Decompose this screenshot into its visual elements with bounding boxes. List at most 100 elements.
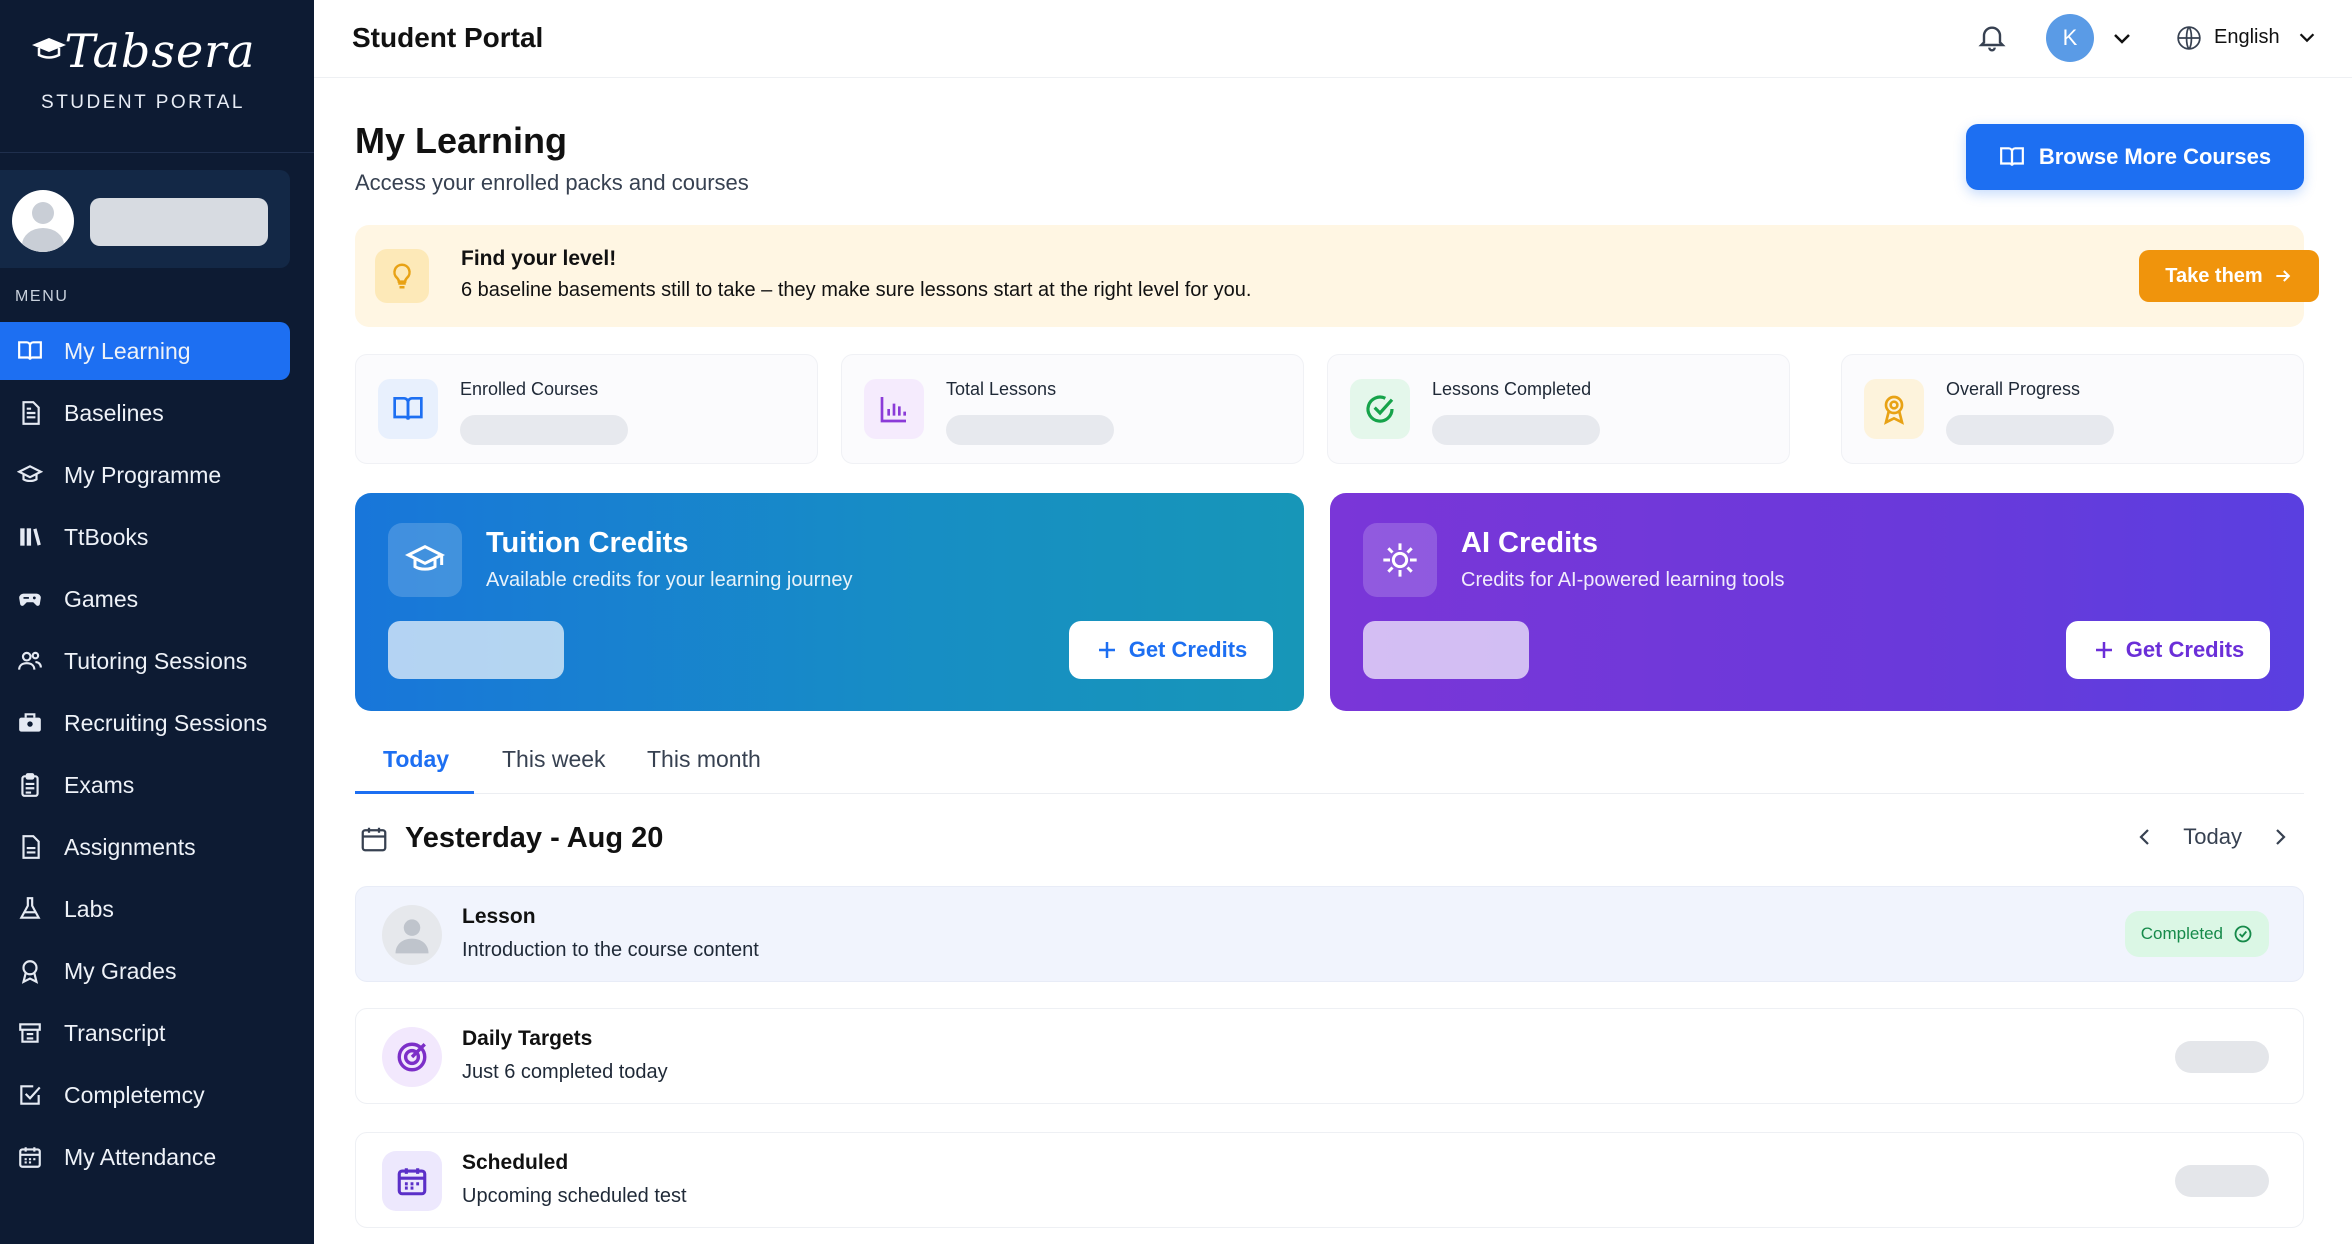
brand-subtitle: STUDENT PORTAL — [41, 92, 245, 113]
stat-label: Enrolled Courses — [460, 379, 599, 399]
check-circle-icon — [1350, 379, 1410, 439]
date-title: Yesterday - Aug 20 — [405, 822, 664, 854]
status-badge-label: Completed — [2140, 924, 2223, 943]
tab-today[interactable]: Today — [383, 746, 449, 773]
chevron-down-icon[interactable] — [2296, 26, 2318, 48]
page-header-title: Student Portal — [352, 22, 544, 53]
banner-text: 6 baseline basements still to take – the… — [461, 279, 1252, 301]
user-avatar[interactable]: K — [2046, 14, 2094, 62]
file-text-icon — [16, 833, 44, 861]
find-level-banner: Find your level! 6 baseline basements st… — [355, 225, 2319, 327]
sidebar-item-completemcy[interactable]: Completemcy — [0, 1066, 290, 1124]
bar-chart-icon — [864, 379, 924, 439]
stat-label: Overall Progress — [1946, 379, 2081, 399]
top-bar: Student Portal K English — [314, 0, 2352, 78]
lightbulb-icon — [375, 249, 429, 303]
ai-credits-subtitle: Credits for AI-powered learning tools — [1461, 569, 1785, 591]
chevron-down-icon[interactable] — [2110, 26, 2134, 50]
award-icon — [16, 957, 44, 985]
sidebar-item-label: Recruiting Sessions — [64, 709, 268, 736]
tuition-credits-card: Tuition Credits Available credits for yo… — [355, 493, 1304, 711]
sidebar-item-exams[interactable]: Exams — [0, 756, 290, 814]
chevron-right-icon[interactable] — [2268, 825, 2292, 849]
book-open-icon — [1999, 147, 2024, 166]
schedule-tabs: Today This week This month — [355, 736, 2304, 794]
status-badge: Completed — [2124, 911, 2269, 957]
graduation-cap-icon — [388, 523, 462, 597]
avatar — [12, 190, 74, 252]
sidebar-item-label: My Programme — [64, 461, 222, 488]
page-subtitle: Access your enrolled packs and courses — [355, 170, 749, 195]
sidebar: Tabsera STUDENT PORTAL MENU My Learning … — [0, 0, 314, 1244]
sidebar-item-my-learning[interactable]: My Learning — [0, 322, 290, 380]
date-header: Yesterday - Aug 20 Today — [355, 812, 2304, 868]
sidebar-item-label: Labs — [64, 895, 114, 922]
event-title: Lesson — [462, 905, 536, 928]
sidebar-item-label: My Grades — [64, 957, 177, 984]
sidebar-divider — [0, 152, 314, 153]
sidebar-item-tutoring-sessions[interactable]: Tutoring Sessions — [0, 632, 290, 690]
mortarboard-icon — [32, 38, 67, 59]
briefcase-icon — [16, 709, 44, 737]
calendar-icon — [361, 827, 387, 852]
ai-credits-card: AI Credits Credits for AI-powered learni… — [1330, 493, 2304, 711]
event-daily-targets[interactable]: Daily Targets Just 6 completed today — [355, 1008, 2304, 1104]
tuition-get-credits-button[interactable]: Get Credits — [1069, 621, 1273, 679]
stat-card-lessons-completed: Lessons Completed — [1327, 354, 1790, 464]
calendar-icon — [16, 1143, 44, 1171]
event-subtitle: Just 6 completed today — [462, 1061, 668, 1083]
user-placeholder-icon — [382, 905, 442, 965]
event-lesson[interactable]: Lesson Introduction to the course conten… — [355, 886, 2304, 982]
graduation-cap-icon — [16, 461, 44, 489]
sidebar-item-my-attendance[interactable]: My Attendance — [0, 1128, 290, 1186]
bell-icon[interactable] — [1976, 20, 2008, 54]
sidebar-item-recruiting-sessions[interactable]: Recruiting Sessions — [0, 694, 290, 752]
sidebar-item-label: My Attendance — [64, 1143, 217, 1170]
sidebar-item-ttbooks[interactable]: TtBooks — [0, 508, 290, 566]
banner-title: Find your level! — [461, 247, 617, 270]
profile-card[interactable] — [0, 170, 290, 268]
take-them-label: Take them — [2165, 264, 2263, 287]
sidebar-item-games[interactable]: Games — [0, 570, 290, 628]
menu-label: MENU — [15, 288, 69, 305]
stats-row: Enrolled Courses Total Lessons Lessons C… — [355, 354, 2304, 464]
clipboard-icon — [16, 771, 44, 799]
brand-logo[interactable]: Tabsera — [30, 24, 255, 78]
sidebar-item-baselines[interactable]: Baselines — [0, 384, 290, 442]
browse-more-courses-button[interactable]: Browse More Courses — [1966, 124, 2304, 190]
sidebar-item-my-programme[interactable]: My Programme — [0, 446, 290, 504]
event-value-skeleton — [2175, 1041, 2269, 1073]
today-button[interactable]: Today — [2183, 824, 2242, 850]
sidebar-item-assignments[interactable]: Assignments — [0, 818, 290, 876]
document-icon — [16, 399, 44, 427]
calendar-icon — [382, 1151, 442, 1211]
sidebar-item-label: My Learning — [64, 337, 191, 364]
main-content: My Learning Access your enrolled packs a… — [314, 78, 2352, 1244]
stat-label: Total Lessons — [946, 379, 1057, 399]
sidebar-item-label: Transcript — [64, 1019, 166, 1046]
sidebar-item-transcript[interactable]: Transcript — [0, 1004, 290, 1062]
stat-card-total-lessons: Total Lessons — [841, 354, 1304, 464]
sidebar-item-labs[interactable]: Labs — [0, 880, 290, 938]
gamepad-icon — [16, 585, 44, 613]
take-them-button[interactable]: Take them — [2139, 250, 2319, 302]
event-scheduled[interactable]: Scheduled Upcoming scheduled test — [355, 1132, 2304, 1228]
stat-card-overall-progress: Overall Progress — [1841, 354, 2304, 464]
profile-name-skeleton — [90, 198, 268, 246]
event-subtitle: Introduction to the course content — [462, 939, 759, 961]
stat-value-skeleton — [1432, 415, 1600, 445]
chevron-left-icon[interactable] — [2133, 825, 2157, 849]
tab-this-month[interactable]: This month — [647, 746, 761, 773]
sidebar-item-label: Tutoring Sessions — [64, 647, 248, 674]
stat-value-skeleton — [1946, 415, 2114, 445]
event-title: Daily Targets — [462, 1027, 593, 1050]
sidebar-item-my-grades[interactable]: My Grades — [0, 942, 290, 1000]
globe-icon[interactable] — [2176, 25, 2202, 51]
get-credits-label: Get Credits — [1128, 637, 1248, 662]
ai-get-credits-button[interactable]: Get Credits — [2066, 621, 2270, 679]
language-selector[interactable]: English — [2214, 26, 2280, 49]
tab-this-week[interactable]: This week — [502, 746, 606, 773]
book-open-icon — [378, 379, 438, 439]
arrow-right-icon — [2276, 270, 2291, 282]
event-title: Scheduled — [462, 1151, 569, 1174]
